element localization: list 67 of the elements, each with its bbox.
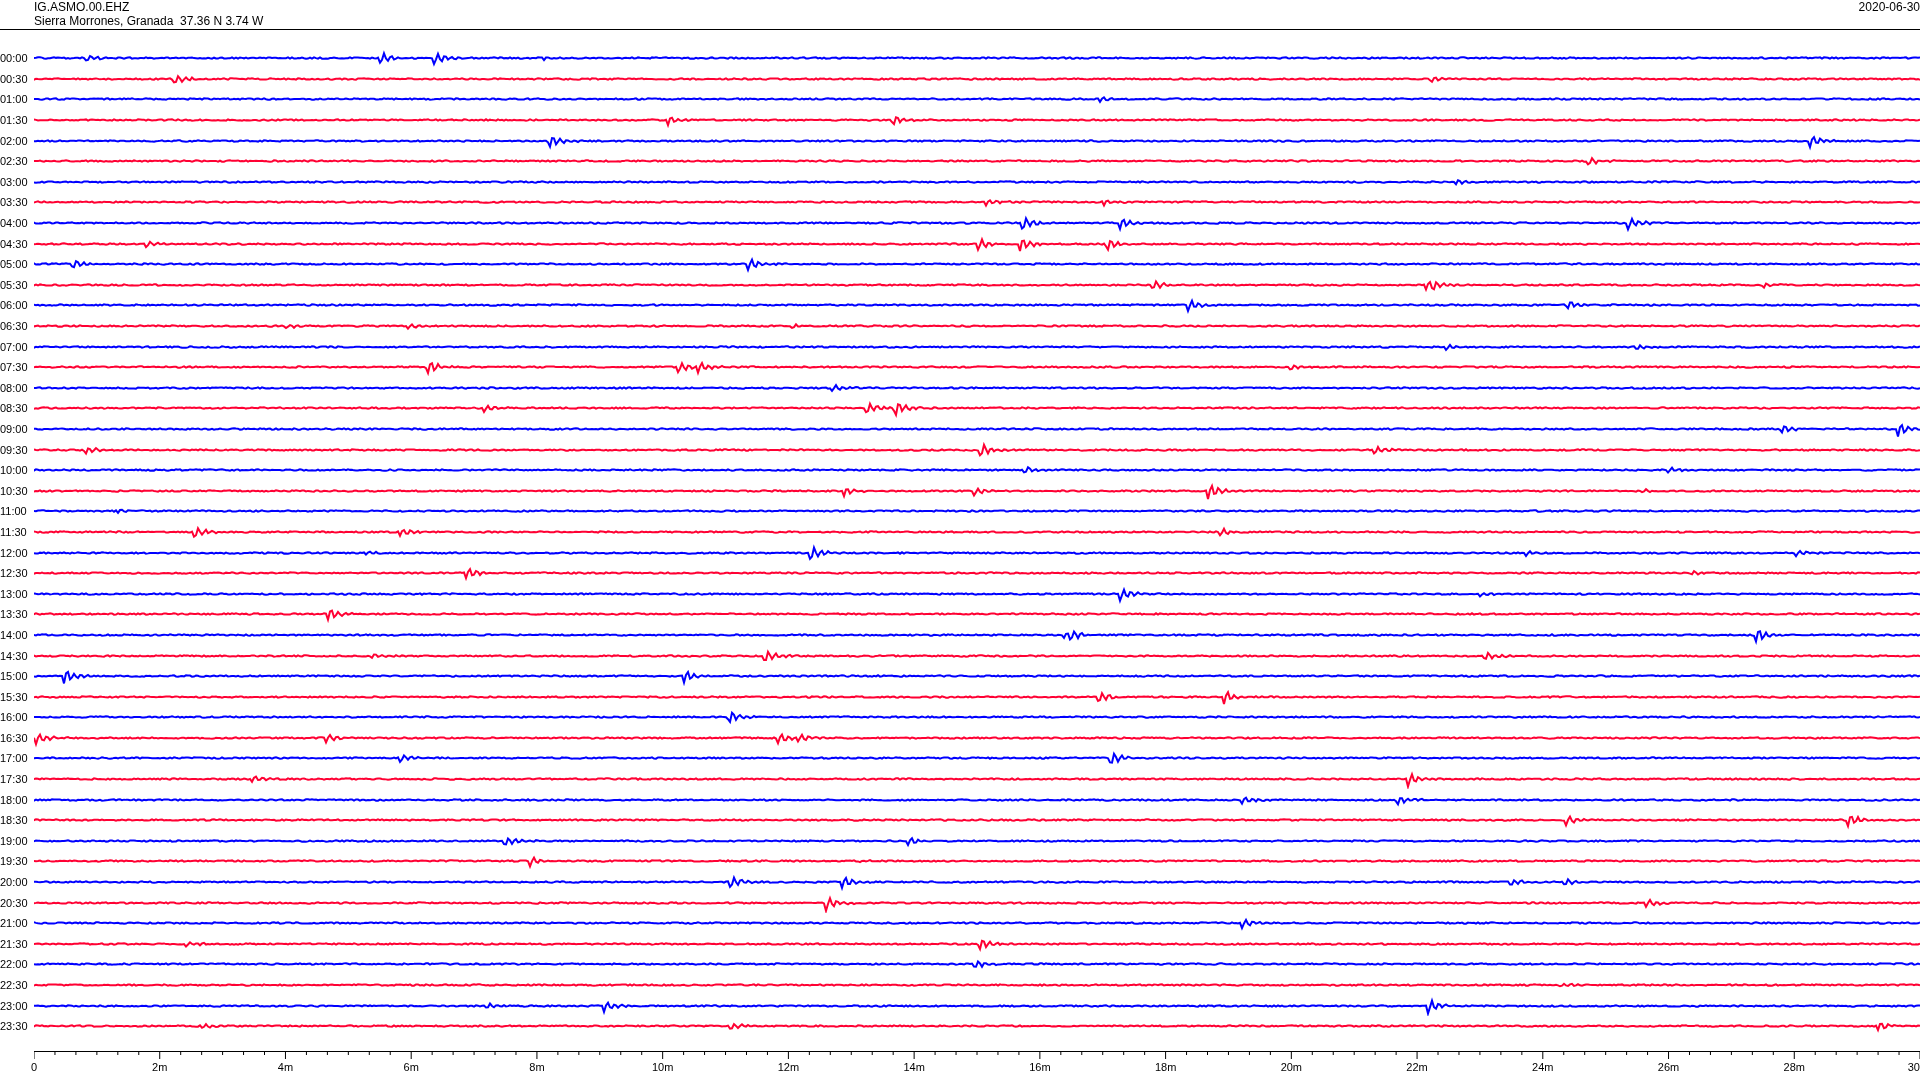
time-label: 17:00 — [0, 752, 29, 765]
time-label: 20:30 — [0, 896, 29, 909]
time-label: 21:30 — [0, 937, 29, 950]
time-label: 02:30 — [0, 155, 29, 168]
axis-tick-label: 2m — [152, 1060, 168, 1074]
time-label: 20:00 — [0, 876, 29, 889]
axis-tick-label: 18m — [1154, 1060, 1177, 1074]
time-label: 04:00 — [0, 217, 29, 230]
time-label: 11:00 — [0, 505, 28, 518]
axis-tick-label: 20m — [1280, 1060, 1303, 1074]
station-code: IG.ASMO.00.EHZ — [34, 0, 131, 14]
axis-tick-label: 6m — [403, 1060, 419, 1074]
time-label: 06:00 — [0, 299, 29, 312]
time-label: 11:30 — [0, 525, 28, 538]
time-label: 03:00 — [0, 175, 29, 188]
time-label: 16:00 — [0, 711, 29, 724]
time-label: 05:30 — [0, 278, 29, 291]
time-label: 22:00 — [0, 958, 29, 971]
time-label: 08:30 — [0, 402, 29, 415]
axis-tick-label: 30 — [1907, 1060, 1920, 1074]
time-label: 02:00 — [0, 134, 29, 147]
time-label: 22:30 — [0, 979, 29, 991]
axis-tick-label: 8m — [529, 1060, 545, 1074]
time-label: 05:00 — [0, 258, 29, 271]
axis-tick-label: 0 — [31, 1060, 38, 1074]
time-label: 08:00 — [0, 381, 29, 394]
time-label: 09:30 — [0, 443, 29, 456]
time-label: 23:00 — [0, 999, 29, 1012]
axis-tick-label: 14m — [903, 1060, 925, 1074]
time-label: 07:30 — [0, 361, 29, 374]
axis-tick-label: 24m — [1532, 1060, 1554, 1074]
axis-tick-label: 22m — [1406, 1060, 1428, 1074]
time-label: 19:30 — [0, 855, 29, 868]
time-label: 18:00 — [0, 793, 29, 806]
time-label: 15:30 — [0, 690, 29, 703]
time-label: 14:00 — [0, 628, 29, 641]
time-label: 04:30 — [0, 237, 29, 250]
time-label: 17:30 — [0, 773, 29, 786]
time-label: 09:00 — [0, 423, 29, 435]
axis-tick-label: 10m — [651, 1060, 674, 1074]
axis-tick-label: 4m — [277, 1060, 294, 1074]
time-label: 12:00 — [0, 546, 29, 559]
time-label: 16:30 — [0, 731, 29, 744]
time-label: 10:30 — [0, 484, 29, 497]
time-label: 19:00 — [0, 834, 29, 847]
axis-tick-label: 12m — [777, 1060, 800, 1074]
axis-tick-label: 26m — [1657, 1060, 1680, 1074]
time-label: 15:00 — [0, 670, 29, 683]
time-label: 06:30 — [0, 320, 29, 332]
time-label: 14:30 — [0, 649, 29, 662]
time-label: 21:00 — [0, 917, 29, 930]
time-label: 10:00 — [0, 464, 29, 477]
time-label: 18:30 — [0, 814, 29, 827]
time-label: 13:30 — [0, 608, 29, 621]
time-label: 23:30 — [0, 1020, 29, 1033]
time-label: 03:30 — [0, 196, 29, 209]
axis-tick-label: 16m — [1029, 1060, 1051, 1074]
time-label: 12:30 — [0, 567, 29, 580]
time-label: 01:00 — [0, 93, 29, 106]
station-location: Sierra Morrones, Granada 37.36 N 3.74 W — [34, 14, 264, 28]
time-label: 00:30 — [0, 72, 29, 85]
time-label: 13:00 — [0, 587, 29, 600]
time-label: 01:30 — [0, 114, 29, 127]
time-label: 07:00 — [0, 340, 29, 353]
time-label: 00:00 — [0, 52, 29, 65]
axis-tick-label: 28m — [1783, 1060, 1805, 1074]
plot-date: 2020-06-30 — [1858, 0, 1920, 16]
